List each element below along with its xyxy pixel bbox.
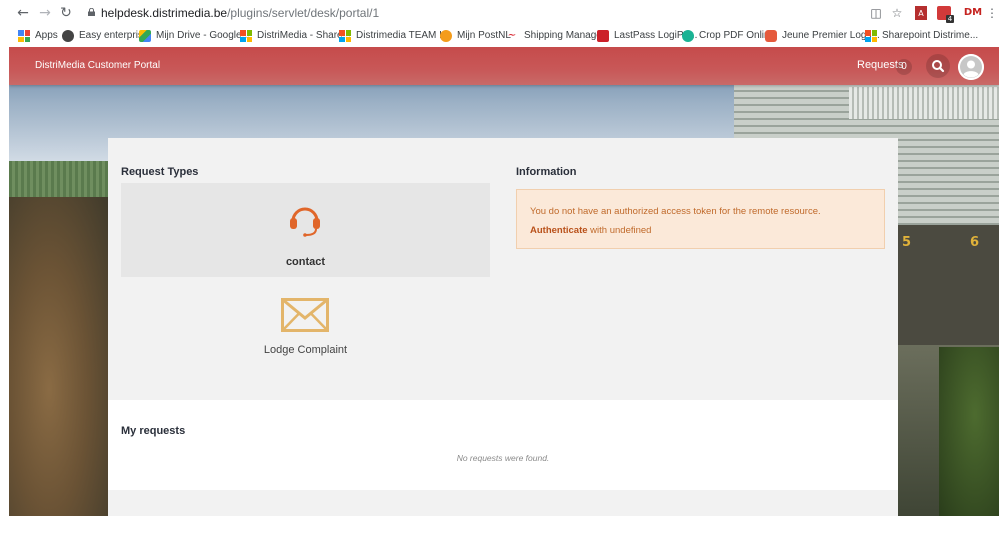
bookmark-crop-pdf[interactable]: Crop PDF Online xyxy=(682,29,775,43)
translate-icon[interactable]: ◫ xyxy=(868,5,884,21)
bookmark-jeune-premier[interactable]: Jeune Premier Log i... xyxy=(765,29,880,43)
request-types-heading: Request Types xyxy=(121,166,199,178)
reload-icon[interactable]: ↻ xyxy=(58,5,74,21)
bookmark-label: DistriMedia - Share... xyxy=(257,30,351,41)
panel-top-section: Request Types contact Lodge Complaint In… xyxy=(108,138,898,400)
url-text[interactable]: helpdesk.distrimedia.be/plugins/servlet/… xyxy=(101,6,379,20)
requests-count-badge[interactable]: 0 xyxy=(896,59,912,75)
portal-title[interactable]: DistriMedia Customer Portal xyxy=(35,60,160,71)
bookmark-distrimedia-team[interactable]: Distrimedia TEAM I... xyxy=(339,29,450,43)
globe-icon xyxy=(62,30,74,42)
my-requests-heading: My requests xyxy=(121,425,186,437)
background-building-left xyxy=(9,161,109,201)
lock-icon xyxy=(88,8,95,16)
no-requests-text: No requests were found. xyxy=(456,453,550,463)
back-icon[interactable]: ← xyxy=(15,5,31,21)
jeune-premier-icon xyxy=(765,30,777,42)
portal-page: 5 6 DistriMedia Customer Portal Requests… xyxy=(9,47,999,516)
search-button[interactable] xyxy=(926,54,950,78)
apps-grid-icon xyxy=(18,30,30,42)
url-path: /plugins/servlet/desk/portal/1 xyxy=(227,6,380,20)
user-avatar-icon xyxy=(958,54,984,80)
profile-initials[interactable]: DM xyxy=(962,5,984,21)
alert-message: You do not have an authorized access tok… xyxy=(530,206,821,217)
menu-kebab-icon[interactable]: ⋮ xyxy=(986,5,998,21)
windows-icon xyxy=(339,30,351,42)
browser-chrome: ← → ↻ helpdesk.distrimedia.be/plugins/se… xyxy=(0,0,999,47)
forward-icon[interactable]: → xyxy=(37,5,53,21)
dock-number-6: 6 xyxy=(970,235,980,250)
dhl-icon: ∼ xyxy=(507,30,516,41)
bookmark-label: Sharepoint Distrime... xyxy=(882,30,979,41)
bookmark-label: Shipping Manager xyxy=(524,30,606,41)
bookmark-google-drive[interactable]: Mijn Drive - Google... xyxy=(139,29,250,43)
bookmark-label: Crop PDF Online xyxy=(699,30,776,41)
request-type-contact[interactable]: contact xyxy=(121,183,490,277)
background-shrub-right xyxy=(939,347,999,516)
windows-icon xyxy=(865,30,877,42)
lastpass-icon xyxy=(597,30,609,42)
lodge-complaint-label: Lodge Complaint xyxy=(263,344,348,356)
bookmark-label: Distrimedia TEAM I... xyxy=(356,30,451,41)
bookmark-apps[interactable]: Apps xyxy=(18,29,58,43)
bookmark-easy-enterprise[interactable]: Easy enterprise xyxy=(62,29,148,43)
background-loading-dock xyxy=(897,225,999,345)
crop-pdf-icon xyxy=(682,30,694,42)
bookmark-label: Mijn PostNL xyxy=(457,30,511,41)
postnl-icon xyxy=(440,30,452,42)
bookmark-shipping-manager[interactable]: ∼ Shipping Manager xyxy=(507,29,605,43)
star-icon[interactable]: ☆ xyxy=(889,5,905,21)
pdf-badge: 4 xyxy=(946,15,954,23)
background-roof-right xyxy=(849,87,999,119)
authenticate-link[interactable]: Authenticate xyxy=(530,225,588,236)
alert-auth-line: Authenticate with undefined xyxy=(530,225,651,236)
auth-suffix: with undefined xyxy=(587,225,652,236)
bookmark-label: Mijn Drive - Google... xyxy=(156,30,250,41)
windows-icon xyxy=(240,30,252,42)
portal-header: DistriMedia Customer Portal Requests 0 xyxy=(9,47,999,85)
my-requests-section: My requests No requests were found. xyxy=(108,400,898,490)
bookmarks-bar: Apps Easy enterprise Mijn Drive - Google… xyxy=(0,26,999,46)
background-shrub-left xyxy=(9,197,109,516)
pdf-extension-icon[interactable]: 4 xyxy=(937,6,954,23)
bookmark-distrimedia-share[interactable]: DistriMedia - Share... xyxy=(240,29,351,43)
bookmark-label: Apps xyxy=(35,30,58,41)
bookmark-postnl[interactable]: Mijn PostNL xyxy=(440,29,511,43)
bookmark-sharepoint[interactable]: Sharepoint Distrime... xyxy=(865,29,978,43)
headset-icon xyxy=(290,207,320,237)
dock-number-5: 5 xyxy=(902,235,912,250)
url-host: helpdesk.distrimedia.be xyxy=(101,6,228,20)
search-icon xyxy=(932,60,945,73)
avatar[interactable] xyxy=(958,54,984,80)
information-alert: You do not have an authorized access tok… xyxy=(516,189,885,249)
information-heading: Information xyxy=(516,166,577,178)
acrobat-icon[interactable]: A xyxy=(915,6,927,20)
drive-icon xyxy=(139,30,151,42)
envelope-icon xyxy=(281,298,329,332)
content-panel: Request Types contact Lodge Complaint In… xyxy=(108,138,898,516)
address-bar-row: ← → ↻ helpdesk.distrimedia.be/plugins/se… xyxy=(0,0,999,26)
request-type-lodge-complaint[interactable]: Lodge Complaint xyxy=(121,287,490,373)
panel-footer-strip xyxy=(108,490,898,516)
contact-label: contact xyxy=(285,256,326,268)
